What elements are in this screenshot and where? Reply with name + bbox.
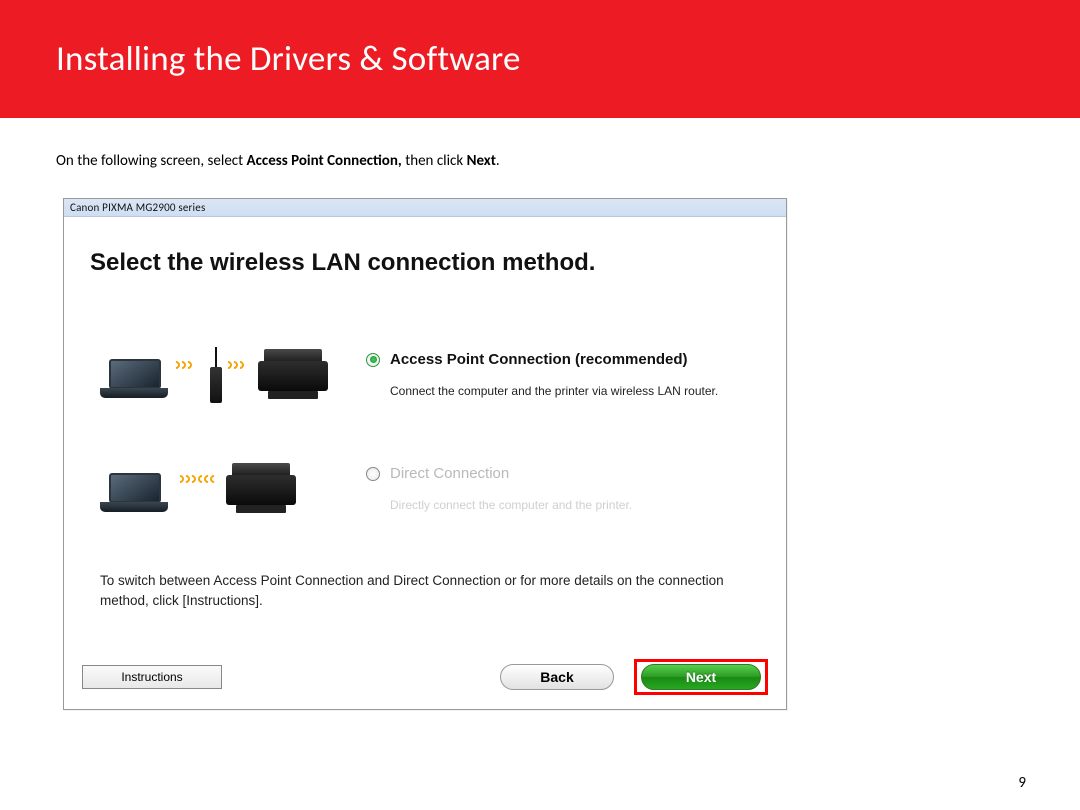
page-title: Installing the Drivers & Software — [56, 38, 521, 80]
illustration-direct — [100, 451, 330, 537]
instruction-post: . — [496, 152, 500, 170]
page-number: 9 — [1018, 774, 1026, 792]
instruction-text: On the following screen, select Access P… — [56, 152, 1080, 170]
dialog-titlebar: Canon PIXMA MG2900 series — [64, 199, 786, 217]
instruction-mid: then click — [405, 152, 466, 170]
option-access-point[interactable]: Access Point Connection (recommended) Co… — [64, 337, 786, 423]
instruction-bold-2: Next — [467, 152, 496, 170]
wifi-waves-icon — [176, 475, 194, 483]
radio-access-point[interactable] — [366, 353, 380, 367]
instruction-bold-1: Access Point Connection, — [247, 152, 406, 170]
radio-direct[interactable] — [366, 467, 380, 481]
header-banner: Installing the Drivers & Software — [0, 0, 1080, 118]
option-access-point-text: Access Point Connection (recommended) Co… — [330, 337, 786, 398]
dialog-body: Select the wireless LAN connection metho… — [64, 217, 786, 709]
wifi-waves-icon — [200, 475, 218, 483]
option-access-point-desc: Connect the computer and the printer via… — [390, 384, 786, 398]
laptop-icon — [100, 473, 170, 521]
next-highlight: Next — [634, 659, 768, 695]
switch-note: To switch between Access Point Connectio… — [64, 537, 786, 612]
instructions-button[interactable]: Instructions — [82, 665, 222, 689]
illustration-access-point — [100, 337, 330, 423]
laptop-icon — [100, 359, 170, 407]
option-direct-connection[interactable]: Direct Connection Directly connect the c… — [64, 451, 786, 537]
option-access-point-label: Access Point Connection (recommended) — [390, 351, 688, 368]
installer-dialog: Canon PIXMA MG2900 series Select the wir… — [63, 198, 787, 710]
next-button[interactable]: Next — [641, 664, 761, 690]
printer-icon — [224, 463, 298, 521]
wifi-waves-icon — [224, 361, 242, 369]
dialog-heading: Select the wireless LAN connection metho… — [64, 217, 786, 277]
option-direct-label: Direct Connection — [390, 465, 509, 482]
printer-icon — [256, 349, 330, 407]
instruction-pre: On the following screen, select — [56, 152, 247, 170]
dialog-button-row: Instructions Back Next — [64, 661, 786, 693]
router-icon — [210, 347, 222, 407]
wifi-waves-icon — [172, 361, 190, 369]
back-button[interactable]: Back — [500, 664, 614, 690]
option-direct-desc: Directly connect the computer and the pr… — [390, 498, 786, 512]
option-direct-text: Direct Connection Directly connect the c… — [330, 451, 786, 512]
